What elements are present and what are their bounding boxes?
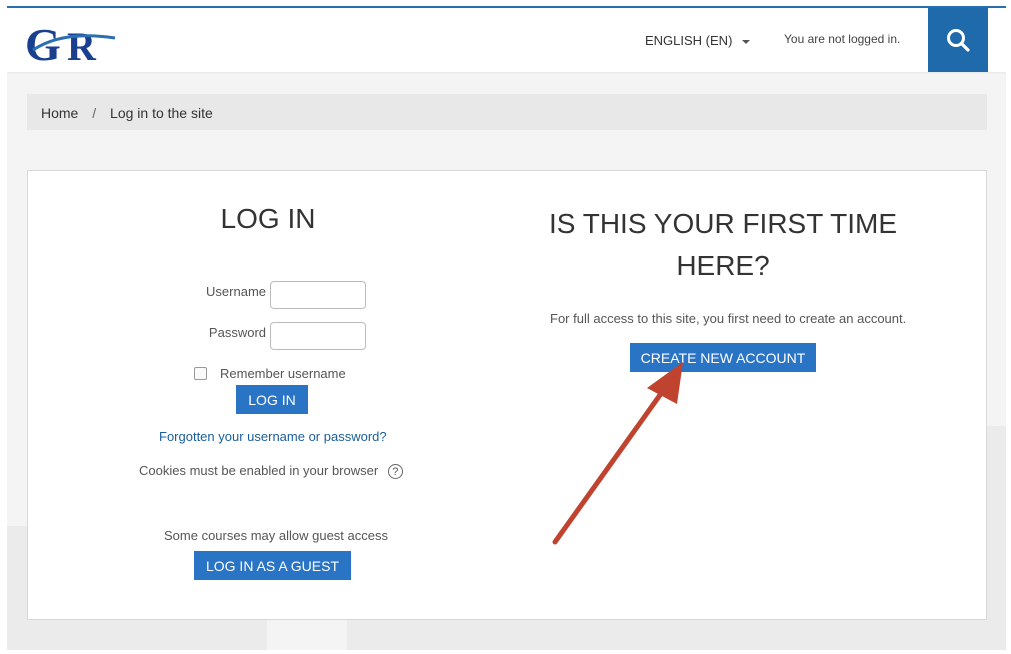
create-new-account-button[interactable]: CREATE NEW ACCOUNT (630, 343, 816, 372)
page-frame: G R ENGLISH (EN) You are not logged in. … (7, 6, 1006, 650)
language-menu[interactable]: ENGLISH (EN) (645, 33, 751, 48)
login-status-text: You are not logged in. (784, 32, 901, 46)
username-input[interactable] (270, 281, 366, 309)
password-label: Password (208, 325, 266, 340)
svg-text:R: R (67, 24, 97, 66)
cookies-notice-text: Cookies must be enabled in your browser (139, 463, 379, 478)
guest-access-notice: Some courses may allow guest access (164, 528, 388, 543)
password-input[interactable] (270, 322, 366, 350)
search-button[interactable] (928, 8, 988, 72)
breadcrumb-current-link[interactable]: Log in to the site (110, 105, 213, 121)
first-time-heading-line2: HERE? (676, 250, 770, 281)
search-icon (947, 29, 970, 52)
login-card: LOG IN Username Password Remember userna… (27, 170, 987, 620)
remember-username-row[interactable]: Remember username (194, 366, 346, 381)
forgot-password-link[interactable]: Forgotten your username or password? (159, 429, 387, 444)
cookies-notice: Cookies must be enabled in your browser … (139, 463, 403, 480)
breadcrumb: Home / Log in to the site (27, 94, 987, 130)
site-logo[interactable]: G R (23, 16, 119, 66)
login-button[interactable]: LOG IN (236, 385, 308, 414)
svg-text:G: G (25, 19, 61, 66)
top-navbar: G R ENGLISH (EN) You are not logged in. (7, 8, 1006, 72)
login-heading: LOG IN (220, 203, 316, 234)
language-label[interactable]: ENGLISH (EN) (645, 33, 732, 48)
first-time-heading: IS THIS YOUR FIRST TIME HERE? (533, 203, 913, 287)
question-circle-icon[interactable]: ? (387, 464, 403, 480)
login-as-guest-button[interactable]: LOG IN AS A GUEST (194, 551, 351, 580)
caret-down-icon (742, 39, 751, 44)
signup-description: For full access to this site, you first … (550, 311, 907, 326)
remember-username-checkbox[interactable] (194, 367, 207, 380)
first-time-heading-line1: IS THIS YOUR FIRST TIME (549, 208, 897, 239)
remember-username-label[interactable]: Remember username (220, 366, 346, 381)
username-label: Username (206, 284, 266, 299)
breadcrumb-home-link[interactable]: Home (41, 105, 78, 121)
breadcrumb-separator: / (92, 105, 97, 121)
